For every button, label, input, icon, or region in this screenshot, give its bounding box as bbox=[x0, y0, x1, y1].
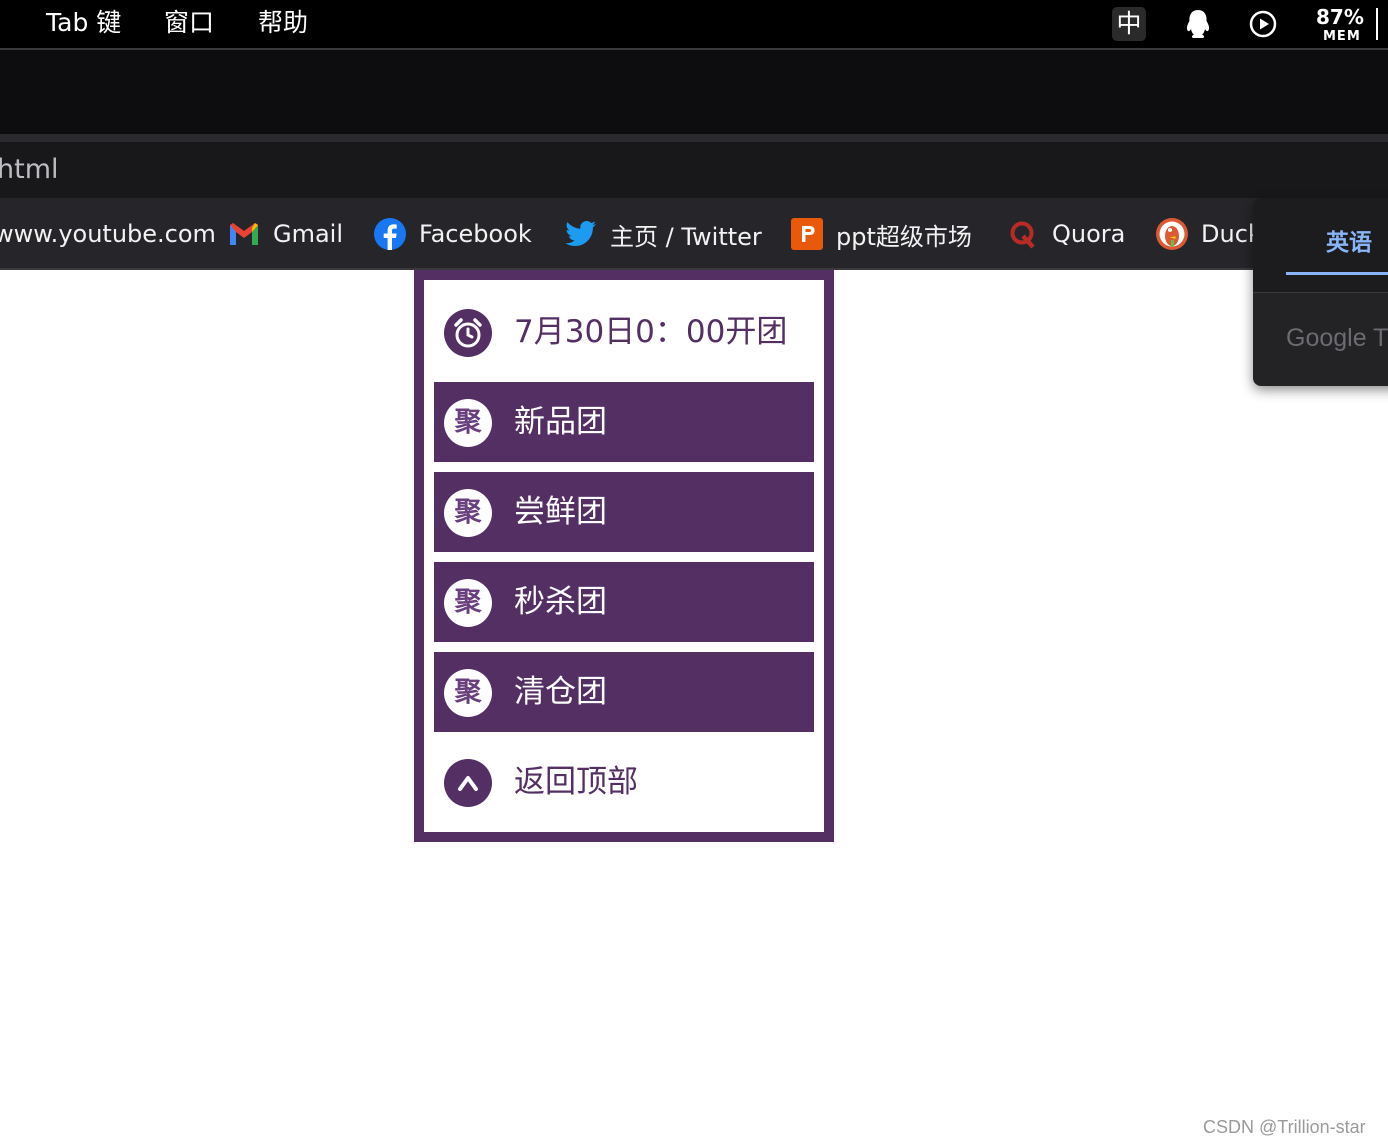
nav-item-taste-fresh[interactable]: 聚 尝鲜团 bbox=[434, 472, 814, 552]
bookmark-label: Quora bbox=[1052, 220, 1126, 248]
address-bar[interactable] bbox=[0, 142, 1388, 198]
ppt-icon bbox=[790, 217, 824, 251]
back-to-top-button[interactable]: 返回顶部 bbox=[434, 742, 814, 822]
facebook-icon bbox=[373, 217, 407, 251]
input-method-icon[interactable]: 中 bbox=[1112, 7, 1146, 41]
nav-item-label: 新品团 bbox=[514, 404, 607, 440]
menu-bar: ⍿ Tab 键 窗口 帮助 中 87% MEM bbox=[0, 0, 1388, 50]
bookmark-label: www.youtube.com bbox=[0, 220, 216, 248]
tab-strip-divider bbox=[0, 134, 1388, 142]
active-tab-indicator bbox=[1286, 272, 1388, 275]
chevron-up-icon bbox=[444, 759, 492, 807]
back-to-top-label: 返回顶部 bbox=[514, 764, 638, 800]
csdn-watermark: CSDN @Trillion-star bbox=[1203, 1117, 1366, 1137]
bookmarks-bar: www.youtube.com Gmail Facebook 主页 / Twit… bbox=[0, 198, 1388, 270]
qq-icon[interactable] bbox=[1181, 7, 1215, 41]
bookmark-label: Gmail bbox=[273, 220, 344, 248]
bookmark-ppt[interactable]: ppt超级市场 bbox=[790, 198, 972, 270]
bookmark-twitter[interactable]: 主页 / Twitter bbox=[564, 198, 762, 270]
ju-badge-icon: 聚 bbox=[444, 399, 492, 447]
bookmark-youtube[interactable]: www.youtube.com bbox=[0, 198, 216, 270]
menu-item-help[interactable]: 帮助 bbox=[258, 8, 308, 38]
address-text[interactable]: html bbox=[0, 153, 59, 187]
ju-badge-icon: 聚 bbox=[444, 579, 492, 627]
floating-nav: 7月30日0：00开团 聚 新品团 聚 尝鲜团 聚 秒杀团 聚 清仓团 返回顶部 bbox=[414, 270, 834, 842]
menu-item-tab-key[interactable]: Tab 键 bbox=[46, 8, 121, 38]
bookmark-label: 主页 / Twitter bbox=[610, 222, 762, 251]
ju-badge-icon: 聚 bbox=[444, 669, 492, 717]
gmail-icon bbox=[227, 217, 261, 251]
bookmark-quora[interactable]: Quora bbox=[1006, 198, 1125, 270]
nav-item-label: 清仓团 bbox=[514, 674, 607, 710]
bookmark-label: ppt超级市场 bbox=[836, 222, 972, 251]
nav-item-new-products[interactable]: 聚 新品团 bbox=[434, 382, 814, 462]
nav-item-clearance[interactable]: 聚 清仓团 bbox=[434, 652, 814, 732]
google-translate-logo: Google Tr bbox=[1286, 324, 1388, 352]
browser-tab-strip bbox=[0, 50, 1388, 134]
memory-percent[interactable]: 87% bbox=[1316, 5, 1364, 29]
quora-icon bbox=[1006, 217, 1040, 251]
bookmark-gmail[interactable]: Gmail bbox=[227, 198, 343, 270]
nav-item-label: 秒杀团 bbox=[514, 584, 607, 620]
play-icon[interactable] bbox=[1246, 7, 1280, 41]
memory-label: MEM bbox=[1323, 29, 1361, 44]
twitter-icon bbox=[564, 217, 598, 251]
ju-badge-icon: 聚 bbox=[444, 489, 492, 537]
bookmark-label: Facebook bbox=[419, 220, 532, 248]
nav-countdown: 7月30日0：00开团 bbox=[434, 292, 814, 372]
countdown-label: 7月30日0：00开团 bbox=[514, 314, 788, 350]
bookmark-duckduckgo[interactable]: Duck bbox=[1155, 198, 1262, 270]
alarm-clock-icon bbox=[444, 309, 492, 357]
nav-item-flash-sale[interactable]: 聚 秒杀团 bbox=[434, 562, 814, 642]
memory-gauge bbox=[1376, 8, 1378, 40]
nav-item-label: 尝鲜团 bbox=[514, 494, 607, 530]
duckduckgo-icon bbox=[1155, 217, 1189, 251]
bookmark-facebook[interactable]: Facebook bbox=[373, 198, 532, 270]
menu-item-window[interactable]: 窗口 bbox=[164, 8, 214, 38]
tab-english[interactable]: 英语 bbox=[1326, 228, 1372, 258]
translate-popup: 英语 Google Tr bbox=[1253, 198, 1388, 386]
